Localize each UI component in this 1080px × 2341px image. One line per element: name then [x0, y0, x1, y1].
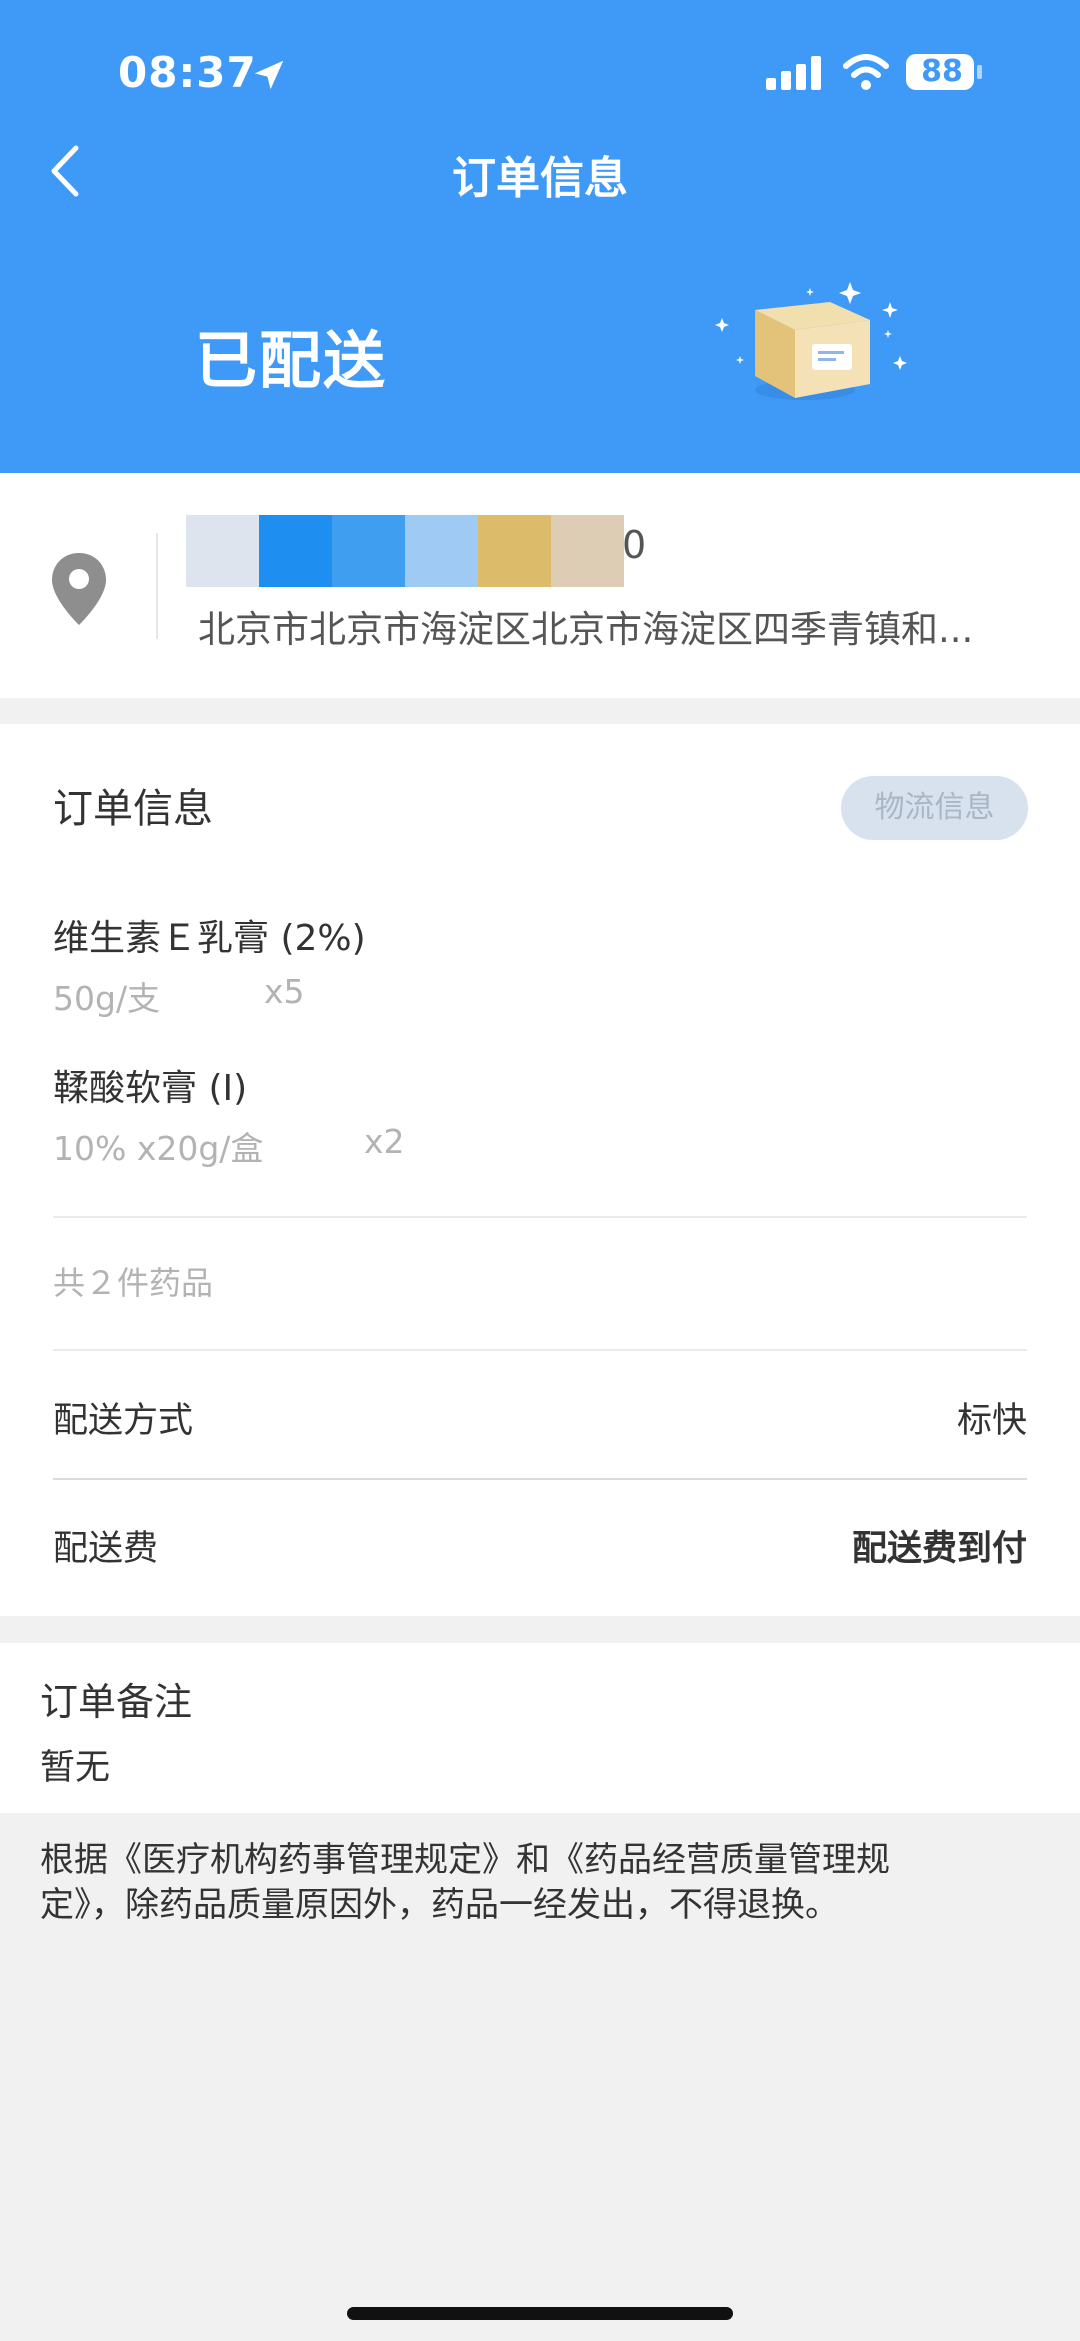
logistics-info-button[interactable]: 物流信息 — [841, 776, 1028, 840]
divider — [53, 1216, 1027, 1218]
location-arrow-icon — [254, 60, 284, 90]
package-box-icon — [715, 282, 907, 400]
status-bar: 08:37 88 — [0, 0, 1080, 140]
delivery-method-value: 标快 — [956, 1401, 1027, 1441]
divider — [156, 533, 158, 639]
home-indicator[interactable] — [347, 2307, 733, 2320]
address-text: 北京市北京市海淀区北京市海淀区四季青镇和... — [198, 608, 974, 651]
order-status-header: 08:37 88 订单信息 已配送 — [0, 0, 1080, 473]
order-status-title: 已配送 — [195, 324, 388, 397]
medicine-spec: 10% x20g/盒 — [53, 1129, 264, 1168]
delivery-address-card[interactable]: 0 北京市北京市海淀区北京市海淀区四季青镇和... — [0, 473, 1080, 698]
status-time: 08:37 — [118, 48, 257, 97]
divider — [53, 1349, 1027, 1351]
notice-line: 根据《医疗机构药事管理规定》和《药品经营质量管理规 — [40, 1840, 890, 1880]
location-pin-icon — [52, 553, 106, 625]
wifi-icon — [843, 54, 889, 90]
order-remark-card: 订单备注 暂无 — [0, 1643, 1080, 1813]
order-info-title: 订单信息 — [53, 786, 213, 832]
remark-title: 订单备注 — [40, 1680, 193, 1724]
battery-level: 88 — [921, 54, 963, 89]
contact-tail: 0 — [622, 523, 647, 567]
medicine-qty: x2 — [364, 1122, 405, 1161]
medicine-spec: 50g/支 — [53, 979, 161, 1018]
medicine-name: 维生素Ｅ乳膏 (2%) — [53, 918, 366, 959]
order-info-card: 订单信息 物流信息 维生素Ｅ乳膏 (2%) 50g/支 x5 鞣酸软膏 (I) … — [0, 724, 1080, 1616]
cellular-signal-icon — [766, 56, 821, 90]
notice-line: 定》，除药品质量原因外，药品一经发出，不得退换。 — [40, 1885, 839, 1925]
redacted-contact-info — [186, 515, 624, 587]
remark-text: 暂无 — [40, 1748, 111, 1788]
divider — [53, 1478, 1027, 1480]
delivery-method-label: 配送方式 — [53, 1401, 194, 1441]
item-total: 共２件药品 — [53, 1264, 214, 1302]
page-title: 订单信息 — [452, 153, 628, 204]
back-button[interactable] — [40, 140, 90, 202]
medicine-name: 鞣酸软膏 (I) — [53, 1068, 248, 1109]
delivery-fee-label: 配送费 — [53, 1529, 159, 1569]
medicine-qty: x5 — [264, 972, 305, 1011]
delivery-fee-value: 配送费到付 — [851, 1529, 1027, 1569]
return-policy-notice: 根据《医疗机构药事管理规定》和《药品经营质量管理规 定》，除药品质量原因外，药品… — [40, 1838, 1040, 1928]
